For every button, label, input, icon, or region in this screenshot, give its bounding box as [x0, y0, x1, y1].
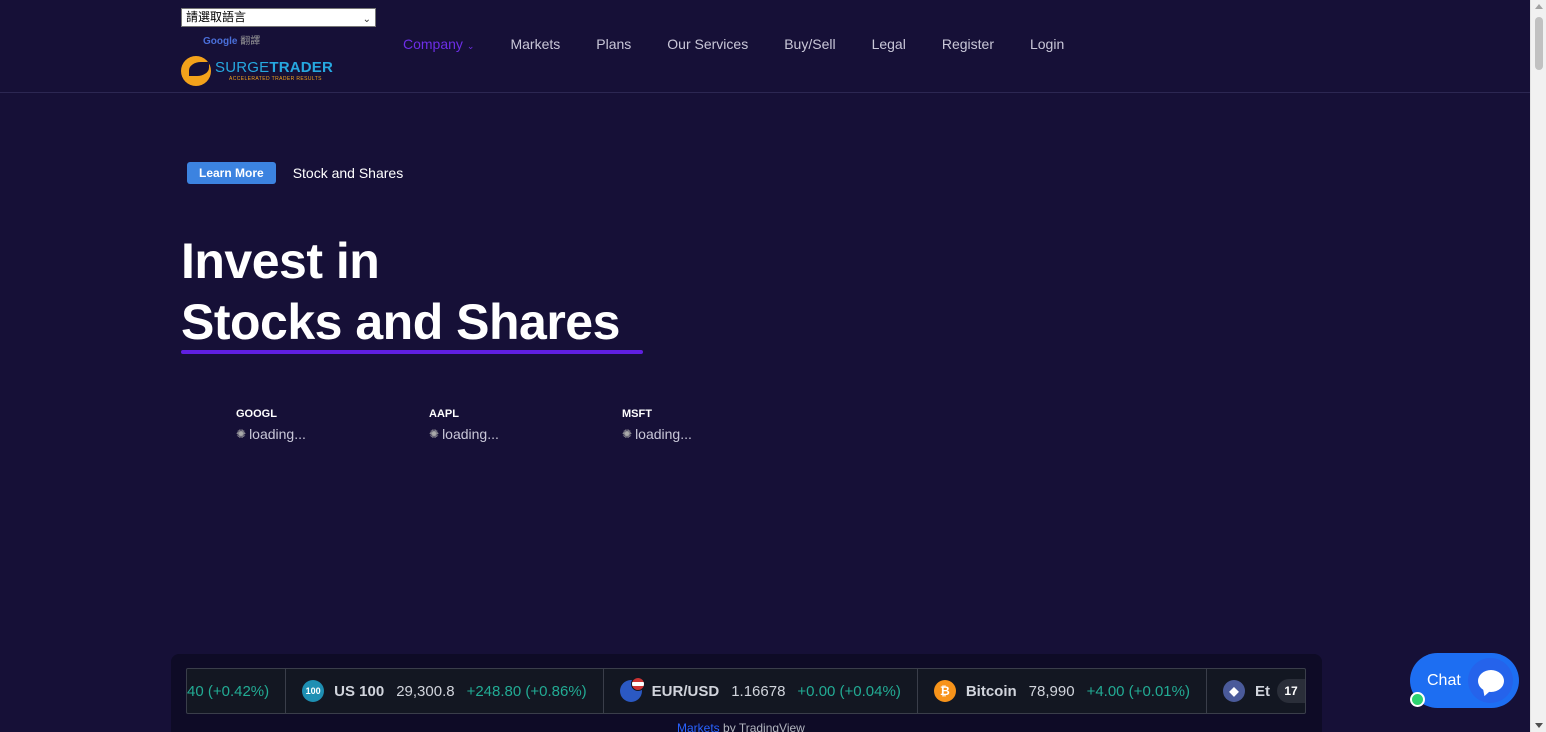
nav-item-our-services[interactable]: Our Services — [667, 36, 748, 52]
nav-item-legal[interactable]: Legal — [872, 36, 906, 52]
language-select[interactable]: 請選取語言 ⌄ — [181, 8, 376, 27]
scroll-down-icon[interactable] — [1535, 723, 1543, 728]
tape-item-us100[interactable]: 100 US 100 29,300.8 +248.80 (+0.86%) — [286, 669, 604, 713]
tape-name: US 100 — [334, 682, 385, 700]
hero-title-line2: Stocks and Shares — [181, 294, 620, 350]
tape-item-eurusd[interactable]: EUR/USD 1.16678 +0.00 (+0.04%) — [604, 669, 918, 713]
tradingview-logo-icon[interactable]: 17 — [1277, 679, 1305, 703]
us100-icon: 100 — [302, 680, 325, 702]
ticker-symbol: AAPL — [429, 408, 459, 420]
tape-name: EUR/USD — [651, 682, 720, 700]
language-select-value: 請選取語言 — [186, 10, 247, 24]
tape-item-partial[interactable]: 40 (+0.42%) — [187, 669, 287, 713]
spinner-icon: ✺ — [622, 427, 633, 441]
tape-change: +0.00 (+0.04%) — [797, 682, 901, 700]
tape-change: +4.00 (+0.01%) — [1086, 682, 1190, 700]
hero-underline — [181, 350, 643, 354]
tape-price: 78,990 — [1028, 682, 1075, 700]
ticker-aapl[interactable]: AAPL ✺ loading... — [429, 408, 622, 442]
translate-label: 翻譯 — [240, 36, 261, 47]
eur-usd-flag-icon — [619, 677, 645, 702]
google-translate-credit[interactable]: Google 翻譯 — [203, 32, 260, 47]
bull-logo-icon — [181, 56, 211, 86]
markets-link[interactable]: Markets — [677, 721, 720, 732]
tape-change: 40 (+0.42%) — [187, 682, 270, 700]
tape-name: Bitcoin — [965, 682, 1017, 700]
chevron-down-icon: ⌄ — [466, 41, 475, 51]
ticker-googl[interactable]: GOOGL ✺ loading... — [236, 408, 429, 442]
site-logo[interactable]: SURGETRADER ACCELERATED TRADER RESULTS — [181, 55, 333, 87]
spinner-icon: ✺ — [429, 427, 440, 441]
nav-item-buy-sell[interactable]: Buy/Sell — [784, 36, 835, 52]
ticker-status: ✺ loading... — [429, 426, 499, 442]
spinner-icon: ✺ — [236, 427, 247, 441]
nav-item-login[interactable]: Login — [1030, 36, 1064, 52]
google-label: Google — [203, 36, 238, 47]
page-scrollbar[interactable] — [1530, 0, 1546, 732]
ticker-status: ✺ loading... — [236, 426, 306, 442]
tape-price: 29,300.8 — [396, 682, 455, 700]
bitcoin-icon: ₿ — [933, 680, 956, 702]
chat-bubble-icon — [1468, 658, 1513, 703]
brand-name: SURGETRADER — [215, 59, 334, 76]
nav-item-markets[interactable]: Markets — [510, 36, 560, 52]
tape-change: +248.80 (+0.86%) — [466, 682, 587, 700]
ethereum-icon: ◆ — [1222, 680, 1245, 702]
scroll-thumb[interactable] — [1535, 17, 1543, 70]
tradingview-attribution: Markets by TradingView — [677, 721, 805, 732]
tape-name: Et — [1254, 682, 1270, 700]
chat-label: Chat — [1427, 671, 1461, 689]
tape-price: 1.16678 — [731, 682, 786, 700]
scroll-up-icon[interactable] — [1535, 4, 1543, 9]
ticker-symbol: MSFT — [622, 408, 652, 420]
hero-badge-row: Learn More Stock and Shares — [187, 162, 403, 184]
brand-tagline: ACCELERATED TRADER RESULTS — [229, 76, 322, 82]
nav-item-register[interactable]: Register — [942, 36, 994, 52]
ticker-msft[interactable]: MSFT ✺ loading... — [622, 408, 815, 442]
ticker-tape: 40 (+0.42%) 100 US 100 29,300.8 +248.80 … — [186, 668, 1306, 714]
chat-button[interactable]: Chat — [1410, 653, 1519, 708]
stock-tickers: GOOGL ✺ loading... AAPL ✺ loading... MSFT … — [236, 408, 815, 442]
nav-item-plans[interactable]: Plans — [596, 36, 631, 52]
online-status-dot — [1410, 692, 1425, 707]
ticker-status: ✺ loading... — [622, 426, 692, 442]
site-header: 請選取語言 ⌄ Google 翻譯 SURGETRADER ACCELERATE… — [0, 0, 1530, 93]
learn-more-button[interactable]: Learn More — [187, 162, 276, 184]
hero-badge-text: Stock and Shares — [292, 165, 404, 181]
chevron-down-icon: ⌄ — [362, 14, 371, 25]
ticker-symbol: GOOGL — [236, 408, 277, 420]
nav-item-company[interactable]: Company ⌄ — [403, 36, 474, 52]
tape-item-bitcoin[interactable]: ₿ Bitcoin 78,990 +4.00 (+0.01%) — [918, 669, 1207, 713]
main-nav: Company ⌄ Markets Plans Our Services Buy/… — [403, 36, 1100, 52]
hero-title-line1: Invest in — [181, 233, 380, 289]
